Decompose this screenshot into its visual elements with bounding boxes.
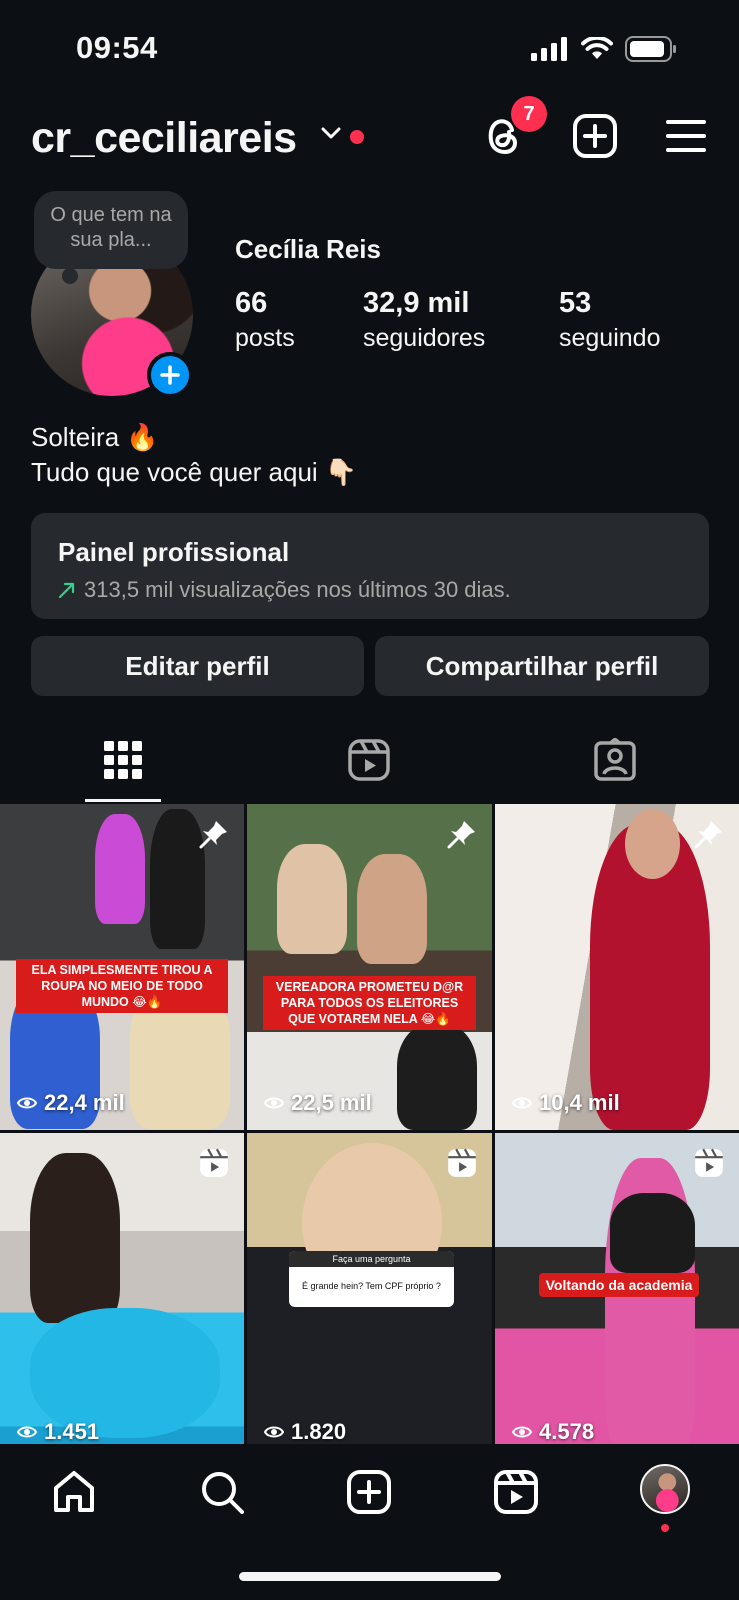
following-count: 53	[559, 287, 592, 319]
post-thumbnail[interactable]: 10,4 mil	[495, 804, 739, 1130]
reels-nav-icon[interactable]	[492, 1468, 540, 1516]
post-views-count: 4.578	[539, 1419, 595, 1444]
post-views: 22,4 mil	[16, 1090, 125, 1116]
home-icon[interactable]	[50, 1468, 98, 1516]
posts-count: 66	[235, 287, 268, 319]
battery-icon	[625, 36, 676, 62]
question-sticker: Faça uma pergunta É grande hein? Tem CPF…	[289, 1251, 454, 1307]
bio: Solteira 🔥 Tudo que você quer aqui 👇🏻	[31, 420, 357, 490]
share-profile-button[interactable]: Compartilhar perfil	[375, 636, 709, 696]
search-icon[interactable]	[198, 1468, 246, 1516]
profile-header: cr_ceciliareis 7	[0, 96, 739, 180]
post-figure	[610, 1193, 695, 1273]
post-grid: ELA SIMPLESMENTE TIROU A ROUPA NO MEIO D…	[0, 804, 739, 1459]
eye-icon	[16, 1097, 38, 1109]
post-figure	[397, 1024, 477, 1130]
post-views: 1.820	[263, 1419, 346, 1445]
username[interactable]: cr_ceciliareis	[31, 114, 297, 163]
eye-icon	[263, 1426, 285, 1438]
post-views-count: 10,4 mil	[539, 1090, 620, 1115]
post-figure	[625, 809, 680, 879]
post-caption: ELA SIMPLESMENTE TIROU A ROUPA NO MEIO D…	[16, 959, 228, 1013]
pro-dashboard-stats: 313,5 mil visualizações nos últimos 30 d…	[84, 577, 511, 602]
pro-dashboard-title: Painel profissional	[58, 537, 290, 567]
reel-icon	[200, 1148, 228, 1177]
add-post-icon[interactable]	[571, 112, 619, 160]
post-figure	[95, 814, 145, 924]
active-tab-indicator	[85, 799, 161, 802]
note-bubble-tail	[62, 268, 78, 284]
post-thumbnail[interactable]: VEREADORA PROMETEU D@R PARA TODOS OS ELE…	[247, 804, 492, 1130]
chevron-down-icon[interactable]	[320, 126, 342, 140]
post-thumbnail[interactable]: Voltando da academia 4.578	[495, 1133, 739, 1459]
full-name: Cecília Reis	[235, 234, 381, 264]
post-caption: VEREADORA PROMETEU D@R PARA TODOS OS ELE…	[263, 976, 476, 1030]
account-notification-dot	[350, 130, 364, 144]
note-bubble[interactable]: O que tem na sua pla...	[34, 191, 188, 269]
post-views-count: 1.820	[291, 1419, 347, 1444]
status-time: 09:54	[76, 30, 158, 65]
bio-line-2: Tudo que você quer aqui 👇🏻	[31, 457, 358, 487]
tagged-icon[interactable]	[593, 738, 637, 782]
question-sticker-header: Faça uma pergunta	[289, 1251, 454, 1267]
post-figure	[150, 809, 205, 949]
edit-profile-button[interactable]: Editar perfil	[31, 636, 364, 696]
eye-icon	[16, 1426, 38, 1438]
reel-icon	[448, 1148, 476, 1177]
post-thumbnail[interactable]: Faça uma pergunta É grande hein? Tem CPF…	[247, 1133, 492, 1459]
followers-label: seguidores	[363, 324, 486, 352]
post-thumbnail[interactable]: ELA SIMPLESMENTE TIROU A ROUPA NO MEIO D…	[0, 804, 244, 1130]
status-icons	[531, 36, 677, 62]
pin-icon	[199, 821, 227, 849]
trend-up-icon	[58, 582, 75, 599]
question-sticker-text: É grande hein? Tem CPF próprio ?	[302, 1281, 441, 1291]
post-views: 22,5 mil	[263, 1090, 372, 1116]
profile-notification-dot	[661, 1524, 669, 1532]
wifi-icon	[581, 37, 613, 59]
post-figure	[30, 1153, 120, 1323]
post-views-count: 22,5 mil	[291, 1090, 372, 1115]
profile-nav-avatar[interactable]	[640, 1464, 690, 1514]
post-views: 10,4 mil	[511, 1090, 620, 1116]
status-bar: 09:54	[0, 0, 739, 95]
plus-icon	[160, 365, 180, 385]
create-icon[interactable]	[345, 1468, 393, 1516]
professional-dashboard[interactable]: Painel profissional 313,5 mil visualizaç…	[31, 513, 709, 619]
threads-badge: 7	[511, 96, 547, 132]
post-thumbnail[interactable]: 1.451	[0, 1133, 244, 1459]
eye-icon	[263, 1097, 285, 1109]
post-views-count: 22,4 mil	[44, 1090, 125, 1115]
post-figure	[277, 844, 347, 954]
stat-followers[interactable]: 32,9 mil seguidores	[363, 287, 485, 353]
home-indicator[interactable]	[239, 1572, 501, 1581]
eye-icon	[511, 1426, 533, 1438]
menu-icon[interactable]	[662, 112, 710, 160]
add-story-button[interactable]	[147, 352, 193, 398]
pin-icon	[447, 821, 475, 849]
bio-line-1: Solteira 🔥	[31, 422, 159, 452]
pro-dashboard-subtitle: 313,5 mil visualizações nos últimos 30 d…	[58, 577, 682, 603]
followers-count: 32,9 mil	[363, 287, 470, 319]
post-views-count: 1.451	[44, 1419, 100, 1444]
reels-icon[interactable]	[347, 738, 391, 782]
posts-label: posts	[235, 324, 295, 352]
reel-icon	[695, 1148, 723, 1177]
post-views: 1.451	[16, 1419, 99, 1445]
stat-posts[interactable]: 66 posts	[235, 287, 295, 353]
stat-following[interactable]: 53 seguindo	[559, 287, 660, 353]
following-label: seguindo	[559, 324, 661, 352]
post-views: 4.578	[511, 1419, 594, 1445]
post-figure	[357, 854, 427, 964]
pin-icon	[694, 821, 722, 849]
signal-icon	[531, 37, 567, 61]
eye-icon	[511, 1097, 533, 1109]
grid-icon[interactable]	[101, 738, 145, 782]
post-caption: Voltando da academia	[539, 1273, 699, 1297]
